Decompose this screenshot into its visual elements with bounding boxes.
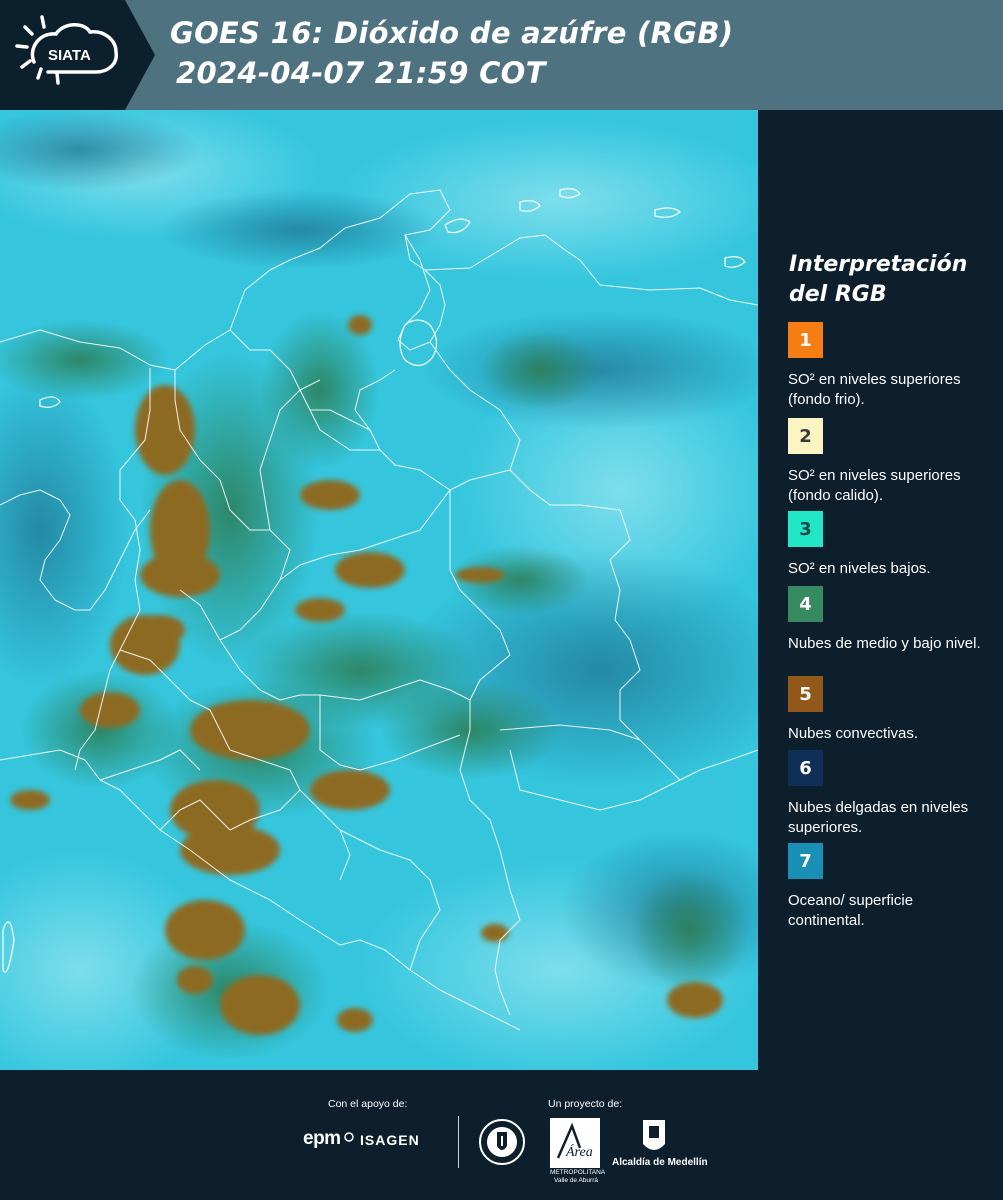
area-metropolitana-subtitle: METROPOLITANA Valle de Aburrá	[550, 1169, 606, 1184]
legend-swatch: 2	[788, 418, 823, 454]
legend-item-3: 3 SO² en niveles bajos.	[788, 511, 988, 579]
product-timestamp: 2024-04-07 21:59 COT	[176, 56, 546, 90]
legend-item-5: 5 Nubes convectivas.	[788, 676, 988, 744]
footer-sponsors: Con el apoyo de: Un proyecto de: epm ISA…	[0, 1070, 1003, 1200]
legend-label: SO² en niveles superiores (fondo calido)…	[788, 467, 961, 504]
legend-label: Nubes de medio y bajo nivel.	[788, 635, 981, 652]
siata-sun-icon: SIATA	[15, 15, 118, 85]
footer-divider	[458, 1116, 459, 1168]
legend-swatch: 6	[788, 750, 823, 786]
alcaldia-label: Alcaldía de Medellín	[612, 1157, 708, 1168]
epm-logo: epm	[303, 1128, 341, 1149]
legend-label: Nubes convectivas.	[788, 725, 919, 742]
legend-swatch: 5	[788, 676, 823, 712]
satellite-map	[0, 110, 758, 1070]
legend-swatch: 4	[788, 586, 823, 622]
satellite-imagery	[0, 110, 758, 1070]
product-title: GOES 16: Dióxido de azúfre (RGB)	[170, 16, 734, 50]
legend-item-6: 6 Nubes delgadas en niveles superiores.	[788, 750, 988, 838]
legend-swatch: 7	[788, 843, 823, 879]
area-metropolitana-icon: Área	[550, 1118, 600, 1168]
legend-swatch: 1	[788, 322, 823, 358]
legend-label: SO² en niveles bajos.	[788, 560, 931, 577]
medellin-seal-icon	[479, 1119, 525, 1165]
epm-mark-icon	[344, 1132, 354, 1142]
isagen-logo: ISAGEN	[360, 1132, 420, 1148]
logo-chevron	[125, 0, 155, 110]
legend-item-1: 1 SO² en niveles superiores (fondo frio)…	[788, 322, 988, 410]
legend-swatch: 3	[788, 511, 823, 547]
legend-label: Oceano/ superficie continental.	[788, 892, 914, 929]
svg-text:SIATA: SIATA	[48, 47, 91, 64]
siata-logo: SIATA	[0, 0, 125, 110]
legend-item-4: 4 Nubes de medio y bajo nivel.	[788, 586, 988, 654]
area-metropolitana-logo: Área	[550, 1118, 600, 1170]
legend-item-7: 7 Oceano/ superficie continental.	[788, 843, 988, 931]
legend-label: SO² en niveles superiores (fondo frio).	[788, 371, 961, 408]
legend-label: Nubes delgadas en niveles superiores.	[788, 799, 969, 836]
project-label: Un proyecto de:	[548, 1098, 623, 1110]
support-label: Con el apoyo de:	[328, 1098, 408, 1110]
legend-item-2: 2 SO² en niveles superiores (fondo calid…	[788, 418, 988, 506]
svg-text:Área: Área	[565, 1143, 593, 1160]
header-bar: SIATA GOES 16: Dióxido de azúfre (RGB) 2…	[0, 0, 1003, 110]
alcaldia-shield-icon	[643, 1120, 665, 1150]
legend-title: Interpretación del RGB	[789, 252, 968, 307]
